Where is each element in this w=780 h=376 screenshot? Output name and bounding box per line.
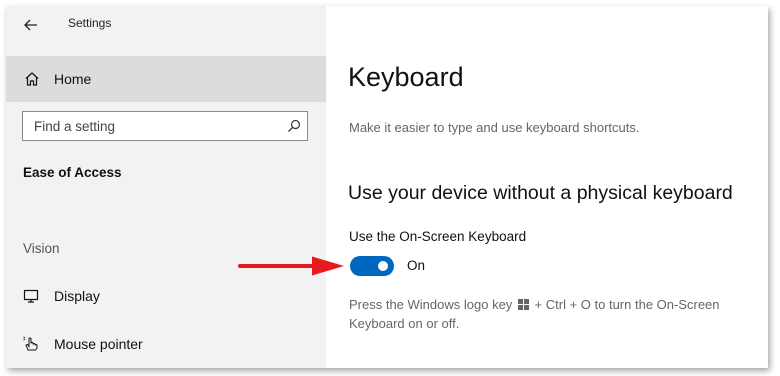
sidebar-item-display[interactable]: Display xyxy=(6,279,326,313)
sidebar: Settings Home Ease of Access Vision Disp… xyxy=(6,6,326,368)
toggle-state-label: On xyxy=(407,258,426,273)
sidebar-item-label: Home xyxy=(54,71,92,87)
title-bar: Settings xyxy=(6,6,326,42)
annotation-arrow-icon xyxy=(238,256,344,276)
section-header: Ease of Access xyxy=(23,165,122,180)
sidebar-item-label: Display xyxy=(54,288,100,304)
settings-window: Settings Home Ease of Access Vision Disp… xyxy=(6,6,768,368)
page-title: Keyboard xyxy=(348,62,464,92)
windows-logo-icon xyxy=(517,299,529,310)
help-text: Press the Windows logo key + Ctrl + O to… xyxy=(349,295,759,333)
display-icon xyxy=(23,289,39,303)
search-icon[interactable] xyxy=(287,119,301,133)
back-button[interactable] xyxy=(18,12,44,38)
help-text-part-1: Press the Windows logo key xyxy=(349,297,513,312)
back-arrow-icon xyxy=(24,19,37,31)
group-label-vision: Vision xyxy=(23,241,60,256)
sidebar-item-home[interactable]: Home xyxy=(6,56,326,102)
on-screen-keyboard-toggle[interactable] xyxy=(350,256,394,276)
mouse-pointer-icon xyxy=(23,336,38,351)
sidebar-item-label: Mouse pointer xyxy=(54,336,143,352)
main-content: Keyboard Make it easier to type and use … xyxy=(326,6,768,368)
home-icon xyxy=(25,72,39,86)
search-box[interactable] xyxy=(22,111,308,141)
search-input[interactable] xyxy=(23,112,284,140)
on-screen-keyboard-label: Use the On-Screen Keyboard xyxy=(349,229,527,244)
app-title: Settings xyxy=(68,16,112,30)
section-title: Use your device without a physical keybo… xyxy=(348,182,733,204)
sidebar-item-mouse-pointer[interactable]: Mouse pointer xyxy=(6,327,326,361)
page-subtitle: Make it easier to type and use keyboard … xyxy=(349,120,640,135)
toggle-knob xyxy=(378,261,388,271)
